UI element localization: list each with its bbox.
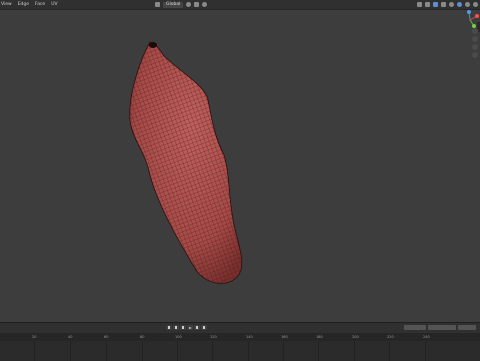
overlay-icon[interactable] [433,2,438,7]
menu-uv[interactable]: UV [51,0,57,9]
ruler-tick: 120 [210,335,217,339]
pivot-icon[interactable] [186,2,192,7]
prev-keyframe-icon[interactable] [173,325,179,330]
x-axis-icon [475,14,479,18]
ruler-tick: 160 [281,335,288,339]
proportional-edit-icon[interactable] [202,2,208,7]
ruler-tick: 140 [246,335,253,339]
ruler-tick: 80 [140,335,145,339]
ruler-tick: 180 [316,335,323,339]
menu-view[interactable]: View [1,0,12,9]
menu-face[interactable]: Face [35,0,45,9]
start-frame-field[interactable] [428,325,456,330]
mesh-object[interactable] [100,30,280,300]
navigation-tools [472,28,478,58]
material-shading-icon[interactable] [465,2,470,7]
transform-controls: Global [155,0,208,9]
end-frame-field[interactable] [458,325,476,330]
jump-start-icon[interactable] [166,325,172,330]
camera-icon[interactable] [472,44,478,50]
render-shading-icon[interactable] [473,2,478,7]
play-icon[interactable] [187,325,193,330]
z-axis-icon [467,10,471,14]
zoom-icon[interactable] [472,28,478,34]
ruler-tick: 60 [104,335,109,339]
wireframe-shading-icon[interactable] [449,2,454,7]
3d-viewport[interactable] [0,10,480,322]
timeline-header [0,323,480,333]
frame-fields [404,325,476,330]
jump-end-icon[interactable] [201,325,207,330]
ruler-tick: 20 [32,335,37,339]
timeline-tracks[interactable] [0,341,480,361]
transform-orientation-dropdown[interactable]: Global [163,1,184,8]
solid-shading-icon[interactable] [457,2,462,7]
timeline-editor: 20 40 60 80 100 120 140 160 180 200 220 … [0,322,480,361]
viewport-header: View Edge Face UV Global [0,0,480,10]
ruler-tick: 40 [68,335,73,339]
grid-icon[interactable] [472,52,478,58]
playback-controls [166,325,207,330]
current-frame-field[interactable] [404,325,426,330]
ruler-tick: 220 [387,335,394,339]
pan-hand-icon[interactable] [472,36,478,42]
ruler-tick: 200 [352,335,359,339]
play-reverse-icon[interactable] [180,325,186,330]
orientation-icon[interactable] [155,2,160,7]
header-menu: View Edge Face UV [1,0,58,9]
xray-icon[interactable] [441,2,446,7]
ruler-tick: 100 [175,335,182,339]
next-keyframe-icon[interactable] [194,325,200,330]
gizmo-toggle-icon[interactable] [425,2,430,7]
frame-ruler[interactable]: 20 40 60 80 100 120 140 160 180 200 220 … [0,333,480,341]
visibility-icon[interactable] [417,2,422,7]
menu-edge[interactable]: Edge [18,0,29,9]
shading-controls [417,0,478,9]
mesh-view [100,30,280,300]
ruler-tick: 240 [423,335,430,339]
snap-icon[interactable] [194,2,200,7]
